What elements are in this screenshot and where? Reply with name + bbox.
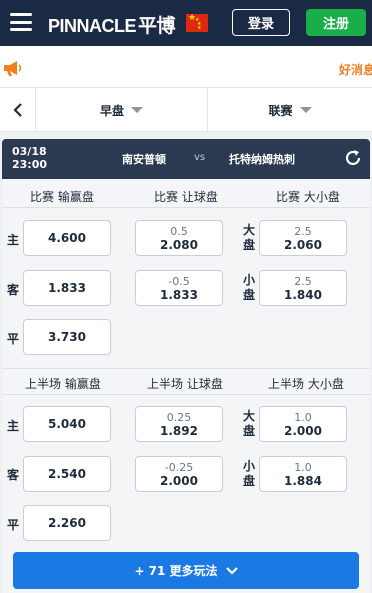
ft-moneyline-away-odds[interactable]: 1.833	[23, 270, 111, 306]
ft-moneyline-header: 比赛 输赢盘	[30, 190, 94, 204]
register-button[interactable]: 注册	[306, 9, 366, 36]
league-filter-label: 联赛	[268, 103, 293, 118]
more-bets-button[interactable]: + 71 更多玩法	[13, 552, 359, 589]
ft-total-over-odds[interactable]: 2.5 2.060	[259, 220, 347, 256]
section-divider	[2, 368, 370, 369]
fh-home-label: 主	[7, 419, 20, 433]
china-flag-icon[interactable]: ★ ★ ★ ★	[186, 14, 208, 32]
login-button[interactable]: 登录	[232, 9, 290, 36]
versus-label: vs	[194, 152, 206, 163]
home-team-name: 南安普顿	[122, 153, 166, 166]
section-divider	[2, 207, 370, 208]
announcement-bar: 好消息	[0, 46, 372, 88]
more-bets-label: + 71 更多玩法	[134, 564, 218, 578]
ft-away-label: 客	[7, 283, 20, 297]
ft-handicap-header: 比赛 让球盘	[154, 190, 218, 204]
announcement-text[interactable]: 好消息	[339, 61, 372, 78]
logo-chinese-text: 平博	[138, 15, 176, 37]
ft-handicap-away-odds[interactable]: -0.5 1.833	[135, 270, 223, 306]
match-datetime: 03/18 23:00	[12, 145, 47, 171]
ft-total-under-odds[interactable]: 2.5 1.840	[259, 270, 347, 306]
logo-text: PINNACLE	[48, 16, 137, 36]
chevron-left-icon	[12, 103, 22, 117]
fh-moneyline-away-odds[interactable]: 2.540	[23, 456, 111, 492]
fh-handicap-away-odds[interactable]: -0.25 2.000	[135, 456, 223, 492]
fh-draw-label: 平	[7, 518, 20, 532]
caret-down-icon	[131, 107, 143, 113]
fh-moneyline-draw-odds[interactable]: 2.260	[23, 505, 111, 541]
section-divider	[2, 394, 370, 395]
fh-under-label: 小盘	[243, 459, 256, 488]
fh-total-header: 上半场 大小盘	[268, 377, 344, 391]
back-button[interactable]	[0, 88, 36, 132]
odds-panel: 比赛 输赢盘 比赛 让球盘 比赛 大小盘 主 4.600 0.5 2.080 大…	[2, 179, 370, 593]
ft-handicap-home-odds[interactable]: 0.5 2.080	[135, 220, 223, 256]
fh-handicap-home-odds[interactable]: 0.25 1.892	[135, 406, 223, 442]
ft-moneyline-draw-odds[interactable]: 3.730	[23, 319, 111, 355]
filter-bar: 早盘 联赛	[0, 88, 372, 132]
match-header: 03/18 23:00 南安普顿 vs 托特纳姆热刺	[2, 139, 370, 179]
hamburger-menu-icon[interactable]	[10, 13, 32, 31]
market-filter-dropdown[interactable]: 早盘	[36, 88, 208, 132]
brand-logo[interactable]: PINNACLE 平博	[48, 11, 176, 38]
fh-handicap-header: 上半场 让球盘	[147, 377, 223, 391]
fh-away-label: 客	[7, 468, 20, 482]
refresh-icon[interactable]	[343, 148, 363, 168]
fh-moneyline-home-odds[interactable]: 5.040	[23, 406, 111, 442]
fh-total-over-odds[interactable]: 1.0 2.000	[259, 406, 347, 442]
match-time: 23:00	[12, 158, 48, 171]
top-header: PINNACLE 平博 ★ ★ ★ ★ 登录 注册	[0, 0, 372, 46]
fh-moneyline-header: 上半场 输赢盘	[25, 377, 101, 391]
ft-under-label: 小盘	[243, 273, 256, 302]
megaphone-icon	[4, 61, 22, 76]
market-filter-label: 早盘	[99, 103, 124, 118]
away-team-name: 托特纳姆热刺	[229, 153, 295, 166]
ft-moneyline-home-odds[interactable]: 4.600	[23, 220, 111, 256]
chevron-down-icon	[225, 566, 238, 575]
ft-draw-label: 平	[7, 332, 20, 346]
ft-total-header: 比赛 大小盘	[276, 190, 340, 204]
match-date: 03/18	[12, 145, 47, 158]
fh-over-label: 大盘	[243, 409, 256, 438]
ft-over-label: 大盘	[243, 223, 256, 252]
ft-home-label: 主	[7, 233, 20, 247]
league-filter-dropdown[interactable]: 联赛	[208, 88, 372, 132]
caret-down-icon	[299, 107, 312, 113]
fh-total-under-odds[interactable]: 1.0 1.884	[259, 456, 347, 492]
